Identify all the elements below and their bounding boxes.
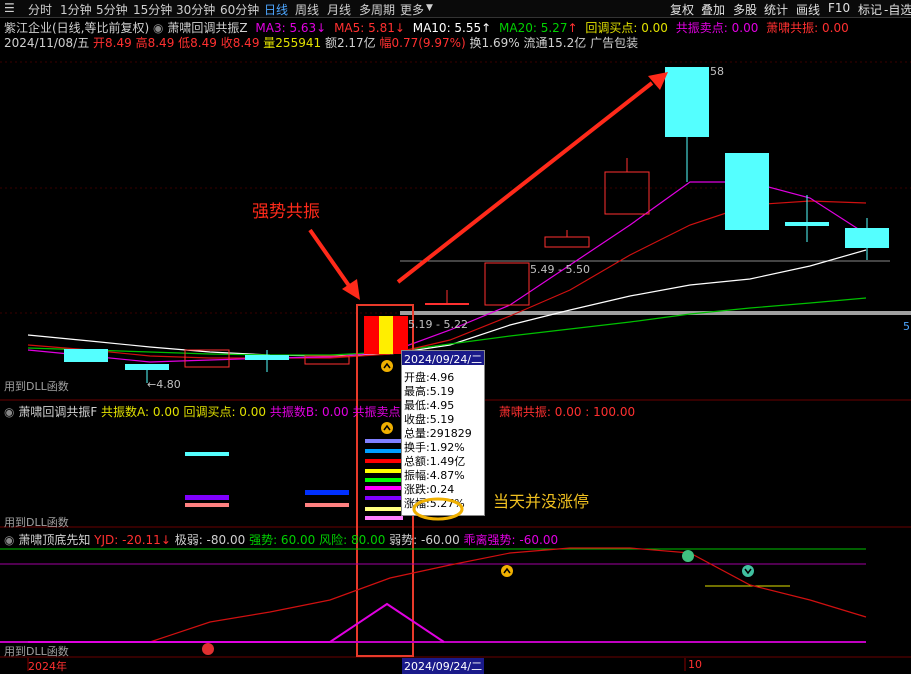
up-arrow-icon	[381, 422, 393, 434]
panel2-header: ◉ 萧啸回调共振F 共振数A: 0.00 回调买点: 0.00 共振数B: 0.…	[4, 403, 635, 420]
tooltip-date: 2024/09/24/二	[402, 351, 484, 366]
candle	[125, 364, 169, 370]
signal-bar	[185, 452, 229, 456]
low-price-label: ←4.80	[147, 378, 181, 391]
up-arrow-icon	[381, 360, 393, 372]
indicator-toggle-icon[interactable]: ◉	[4, 533, 14, 547]
candle	[484, 262, 530, 306]
signal-bar	[365, 469, 403, 473]
signal-bar	[365, 439, 403, 443]
up-arrow-icon	[501, 565, 513, 577]
signal-bar	[365, 516, 403, 520]
not-limit-up-annotation: 当天并没涨停	[493, 492, 590, 511]
panel2-buy: 回调买点: 0.00	[183, 405, 267, 419]
deviate-line	[329, 602, 445, 643]
arrow-line	[308, 228, 354, 292]
gap-label-lower: 5.19 - 5.22	[408, 318, 468, 331]
candle	[665, 67, 709, 137]
axis-year-label: 2024年	[28, 660, 67, 673]
gap-band-lower	[400, 311, 911, 315]
axis-month-label: 10	[688, 658, 702, 671]
down-arrow-icon	[742, 565, 754, 577]
axis-cursor-date: 2024/09/24/二	[402, 658, 485, 674]
candle	[544, 236, 590, 248]
panel3-strong: 强势: 60.00	[249, 533, 316, 547]
gap-label-upper: 5.49 - 5.50	[530, 263, 590, 276]
panel3-deviate: 乖离强势: -60.00	[463, 533, 559, 547]
panel3-header: ◉ 萧啸顶底先知 YJD: -20.11↓ 极弱: -80.00 强势: 60.…	[4, 533, 559, 547]
panel2-a: 共振数A: 0.00	[101, 405, 180, 419]
panel2-name[interactable]: 萧啸回调共振F	[18, 405, 97, 419]
right-edge-label: 5	[903, 320, 910, 333]
candle-highlight-mid	[379, 316, 393, 354]
candle	[725, 153, 769, 230]
bottom-signal-icon	[202, 643, 214, 655]
arrow-line	[396, 81, 654, 284]
signal-bar	[365, 486, 403, 490]
dll-label: 用到DLL函数	[4, 380, 69, 393]
top-signal-icon	[682, 550, 694, 562]
indicator-toggle-icon[interactable]: ◉	[4, 405, 14, 419]
signal-bar	[185, 503, 229, 507]
highlight-ellipse	[412, 497, 464, 521]
signal-bar	[365, 496, 403, 500]
signal-bar	[185, 495, 229, 500]
signal-bar	[365, 507, 403, 511]
signal-bar	[305, 503, 349, 507]
candle-tooltip: 2024/09/24/二 开盘:4.96 最高:5.19 最低:4.95 收盘:…	[401, 350, 485, 516]
panel3-name[interactable]: 萧啸顶底先知	[18, 533, 90, 547]
panel2-b: 共振数B: 0.00	[269, 405, 349, 419]
signal-bar	[365, 449, 403, 453]
panel3-yjd: YJD: -20.11	[94, 533, 161, 547]
panel2-res: 萧啸共振: 0.00 : 100.00	[498, 405, 636, 419]
yjd-line	[28, 547, 867, 643]
signal-bar	[305, 490, 349, 495]
panel3-risk: 风险: 80.00	[319, 533, 386, 547]
signal-bar	[365, 478, 403, 482]
panel3-ji: 极弱: -80.00	[174, 533, 246, 547]
candle	[604, 171, 650, 215]
kline-chart	[0, 61, 911, 671]
signal-bar	[365, 459, 403, 463]
candle	[64, 349, 108, 362]
panel3-weak: 弱势: -60.00	[389, 533, 460, 547]
strong-resonance-annotation: 强势共振	[252, 202, 320, 222]
high-price-label: 58	[710, 65, 724, 78]
dll-label: 用到DLL函数	[4, 645, 69, 658]
dll-label: 用到DLL函数	[4, 516, 69, 529]
